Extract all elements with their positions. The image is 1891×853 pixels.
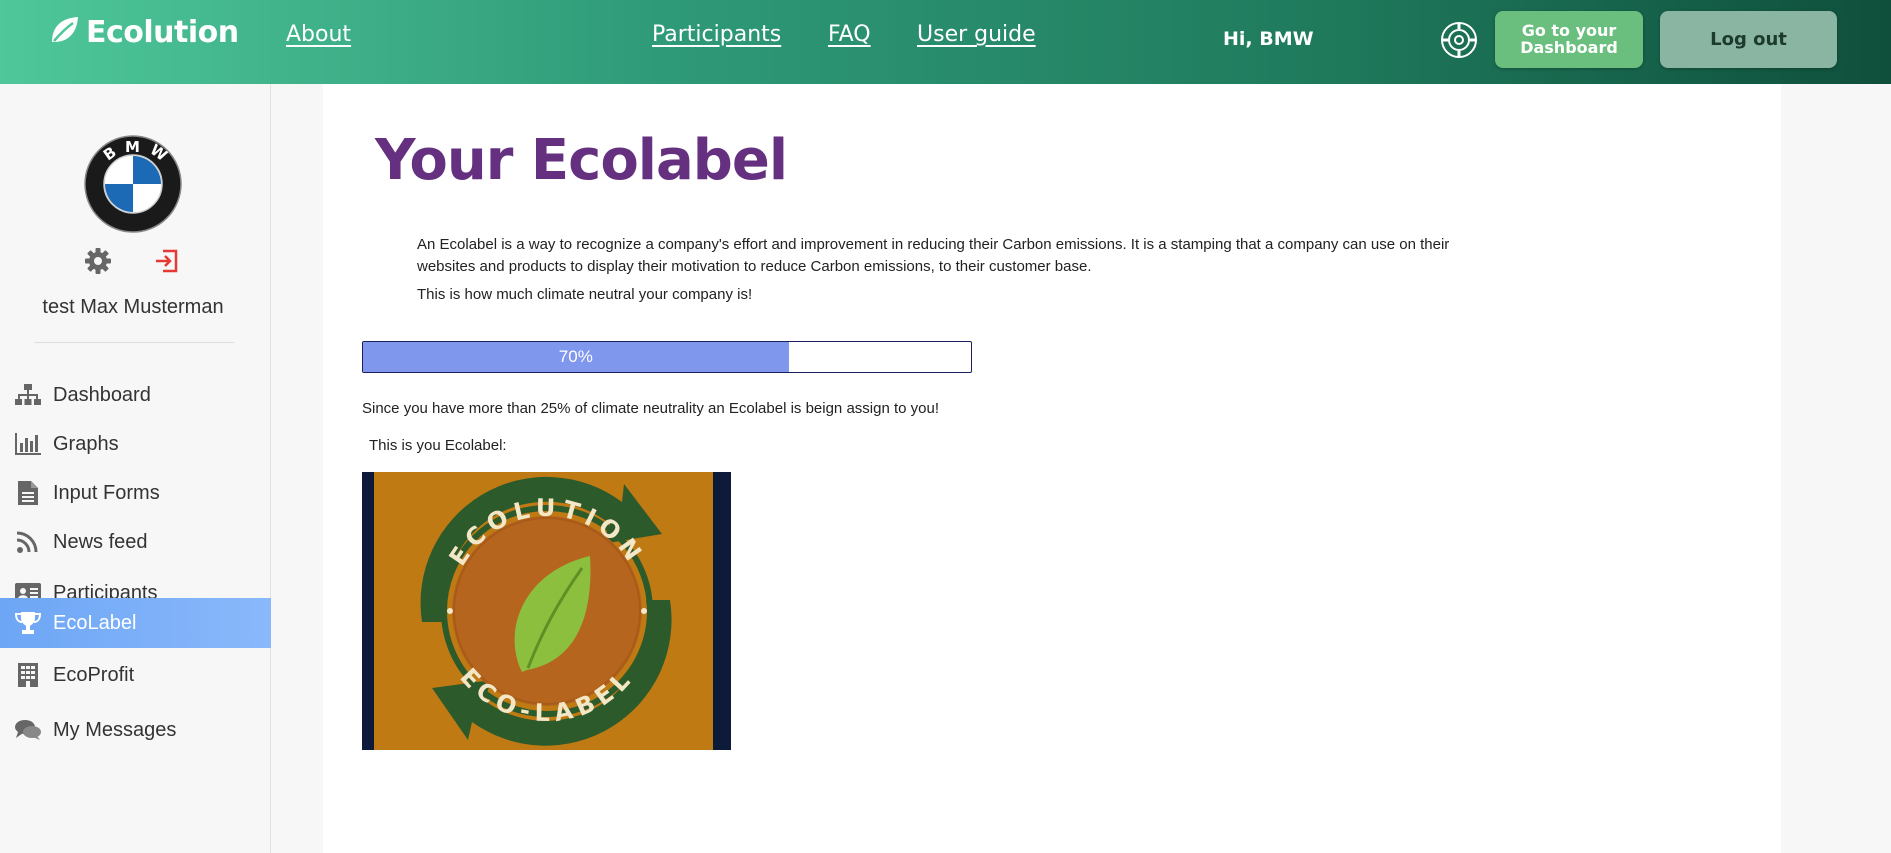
top-header: Ecolution About Participants FAQ User gu… (0, 0, 1891, 84)
sidebar-item-ecolabel[interactable]: EcoLabel (0, 598, 271, 648)
logo[interactable]: Ecolution (48, 14, 239, 51)
sidebar-item-dashboard[interactable]: Dashboard (0, 370, 271, 420)
progress-fill: 70% (363, 342, 789, 372)
leaf-logo-icon (48, 14, 80, 51)
rss-icon (14, 531, 42, 553)
ecolabel-image: ECOLUTION ECO-LABEL (362, 472, 731, 750)
bar-chart-icon (14, 433, 42, 455)
nav-about-link[interactable]: About (286, 22, 351, 47)
avatar-letter-m: M (125, 138, 140, 156)
avatar: B M W (84, 135, 182, 233)
divider (34, 342, 234, 343)
dashboard-button-line2: Dashboard (1520, 38, 1618, 57)
sidebar-item-label: EcoProfit (53, 663, 135, 686)
sidebar-item-label: EcoLabel (53, 611, 137, 634)
go-to-dashboard-button[interactable]: Go to your Dashboard (1495, 11, 1643, 68)
main-content: Your Ecolabel An Ecolabel is a way to re… (323, 84, 1781, 853)
sitemap-icon (14, 384, 42, 406)
document-icon (14, 481, 42, 505)
sidebar-item-input-forms[interactable]: Input Forms (0, 468, 271, 518)
settings-gear-icon[interactable] (1439, 20, 1479, 60)
profile-actions (84, 247, 184, 277)
sidebar: B M W test Max Musterman Dashboard Graph… (0, 84, 271, 853)
sidebar-item-label: My Messages (53, 718, 177, 741)
sign-out-icon[interactable] (153, 247, 181, 280)
username: test Max Musterman (42, 296, 224, 318)
building-icon (14, 663, 42, 687)
neutral-prompt: This is how much climate neutral your co… (417, 286, 753, 303)
nav-faq-link[interactable]: FAQ (828, 22, 871, 47)
sidebar-item-label: Dashboard (53, 383, 151, 406)
sidebar-item-my-messages[interactable]: My Messages (0, 705, 271, 755)
dashboard-button-line1: Go to your (1521, 21, 1617, 40)
logo-text: Ecolution (86, 15, 239, 50)
ecolabel-description: An Ecolabel is a way to recognize a comp… (417, 236, 1450, 275)
sidebar-item-label: Graphs (53, 432, 119, 455)
nav-participants-link[interactable]: Participants (652, 22, 781, 47)
logout-button[interactable]: Log out (1660, 11, 1837, 68)
greeting-text: Hi, BMW (1223, 28, 1314, 50)
nav-user-guide-link[interactable]: User guide (917, 22, 1036, 47)
sidebar-item-ecoprofit[interactable]: EcoProfit (0, 650, 271, 700)
trophy-icon (14, 612, 42, 634)
climate-neutrality-progress-bar: 70% (362, 341, 972, 373)
sidebar-item-label: Input Forms (53, 481, 160, 504)
sidebar-item-graphs[interactable]: Graphs (0, 419, 271, 469)
sidebar-item-news-feed[interactable]: News feed (0, 517, 271, 567)
sidebar-item-label: News feed (53, 530, 148, 553)
your-ecolabel-label: This is you Ecolabel: (369, 437, 507, 454)
ecolabel-assigned-text: Since you have more than 25% of climate … (362, 400, 940, 417)
chat-icon (14, 719, 42, 741)
page-title: Your Ecolabel (375, 128, 788, 193)
settings-gear-icon[interactable] (84, 247, 112, 280)
